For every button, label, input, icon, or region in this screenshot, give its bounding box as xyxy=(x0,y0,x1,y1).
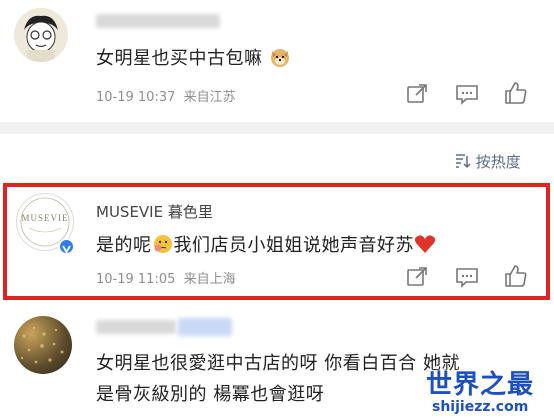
thinking-face-emoji xyxy=(152,233,174,260)
avatar[interactable] xyxy=(14,8,68,62)
comment-text-line2: 是骨灰級別的 楊冪也會逛呀 xyxy=(96,384,325,405)
author-name-blurred[interactable] xyxy=(96,14,220,28)
section-divider xyxy=(0,122,554,134)
comment-meta: 10-19 10:37 来自江苏 xyxy=(96,90,236,105)
avatar-logo-text: MUSEVIE xyxy=(22,213,69,223)
comment-icon[interactable] xyxy=(454,81,480,107)
author-name[interactable]: MUSEVIE 暮色里 xyxy=(96,201,213,222)
avatar[interactable] xyxy=(14,316,72,374)
watermark: 世界之最 shijiezz.com xyxy=(426,364,550,418)
author-badge-blurred xyxy=(178,318,232,336)
red-heart-emoji xyxy=(414,234,436,259)
comment-icon[interactable] xyxy=(454,264,480,290)
share-icon[interactable] xyxy=(404,264,430,290)
sort-icon xyxy=(453,152,471,174)
comment-text-line1: 女明星也很愛逛中古店的呀 你看白百合 她就 xyxy=(96,353,460,374)
author-name-blurred[interactable] xyxy=(96,320,176,334)
comment-meta: 10-19 11:05 来自上海 xyxy=(96,272,236,287)
dog-emoji xyxy=(269,46,291,73)
watermark-sub: shijiezz.com xyxy=(432,399,529,415)
verified-badge-icon xyxy=(58,238,75,255)
like-icon[interactable] xyxy=(503,80,529,106)
like-icon[interactable] xyxy=(503,263,529,289)
sort-button[interactable]: 按热度 xyxy=(453,151,521,174)
watermark-main: 世界之最 xyxy=(426,370,535,400)
comment-text: 是的呢 我们店员小姐姐说她声音好苏 xyxy=(96,231,436,260)
share-icon[interactable] xyxy=(404,81,430,107)
comment-text: 女明星也买中古包嘛 xyxy=(96,44,291,73)
